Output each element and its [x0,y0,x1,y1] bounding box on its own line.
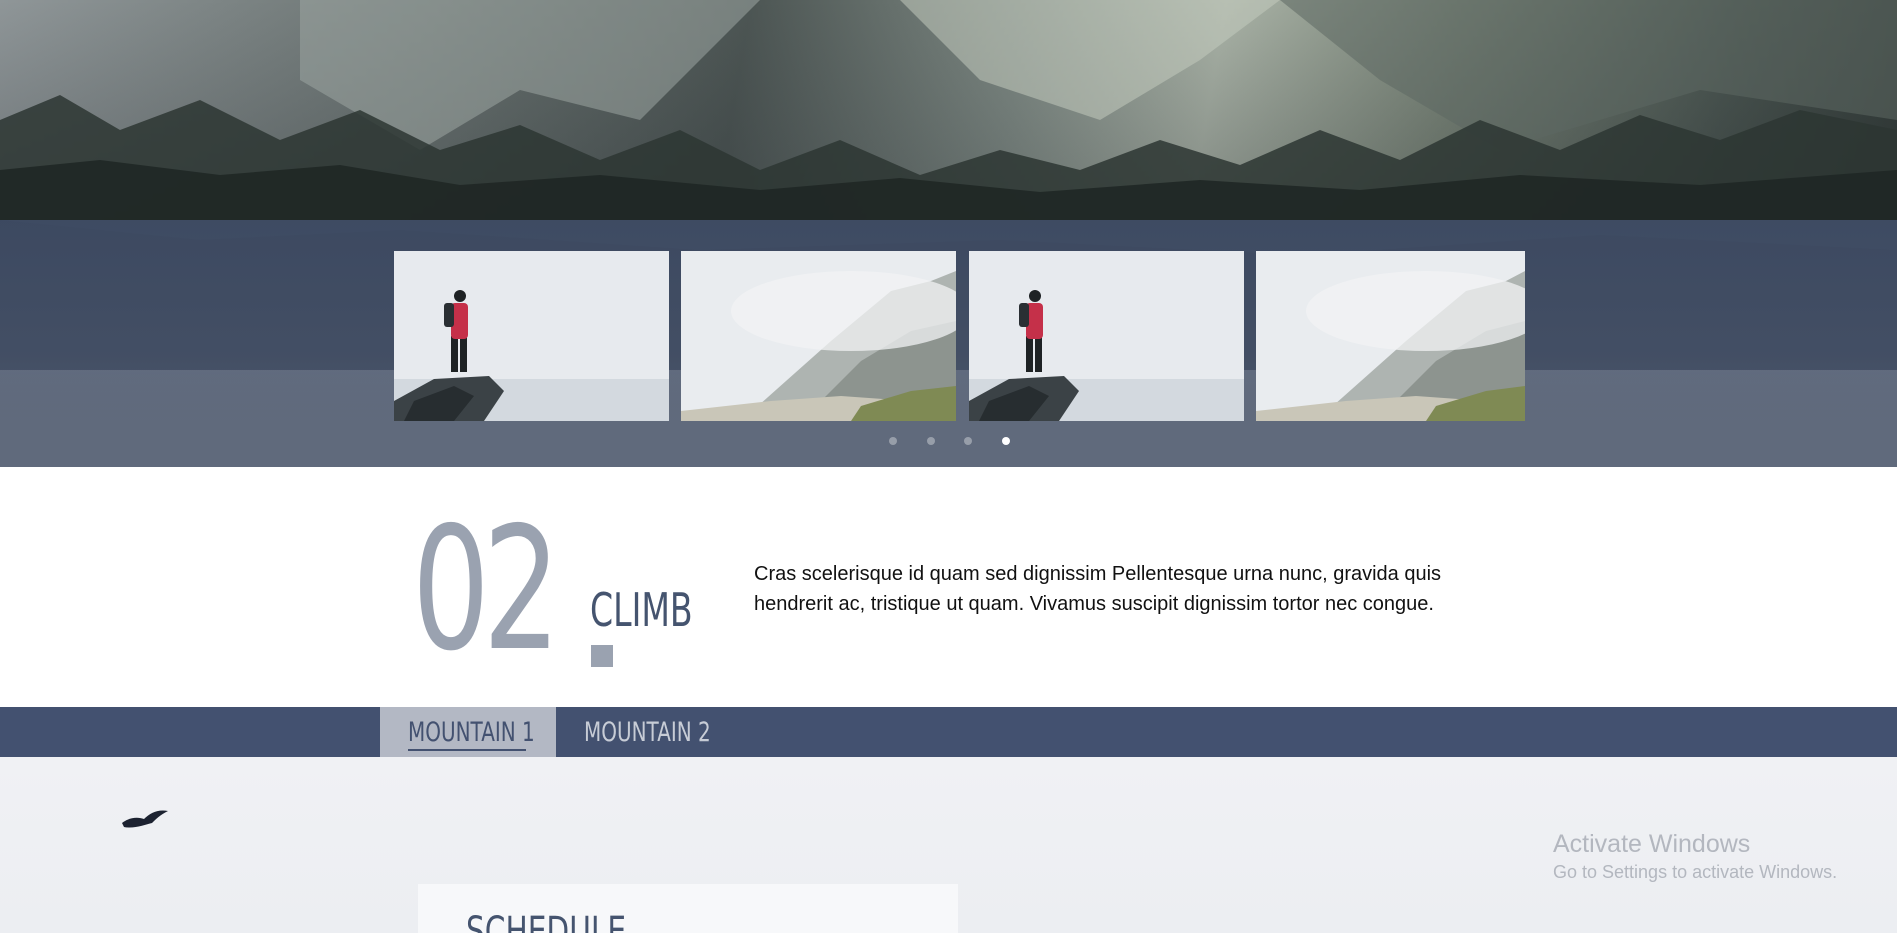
step-number: 02 [412,491,561,689]
tab-label: MOUNTAIN 1 [408,717,535,748]
carousel-dot-4[interactable] [1002,437,1010,445]
carousel [0,220,1897,467]
bird-icon [122,810,168,828]
step-title: CLIMB [590,583,693,637]
schedule-card: SCHEDULE [418,884,958,933]
carousel-dots [0,437,1897,449]
hiker-on-rock-image [969,251,1244,421]
watermark-title: Activate Windows [1553,830,1751,858]
tab-mountain-1[interactable]: MOUNTAIN 1 [380,707,556,757]
activate-windows-watermark: Activate Windows Go to Settings to activ… [1553,828,1837,884]
step-number-dot [591,645,613,667]
watermark-subtitle: Go to Settings to activate Windows. [1553,862,1838,882]
carousel-slide-4[interactable] [1256,251,1525,421]
misty-mountain-image [681,251,956,421]
carousel-dot-1[interactable] [889,437,897,445]
step-section: 02 CLIMB Cras scelerisque id quam sed di… [0,467,1897,707]
misty-mountain-image [1256,251,1525,421]
mountain-tabs: MOUNTAIN 1 MOUNTAIN 2 [0,707,1897,757]
tab-mountain-2[interactable]: MOUNTAIN 2 [556,707,726,757]
hiker-on-rock-image [394,251,669,421]
carousel-dot-3[interactable] [964,437,972,445]
carousel-slide-1[interactable] [394,251,669,421]
tab-label: MOUNTAIN 2 [584,717,711,748]
carousel-dot-2[interactable] [927,437,935,445]
step-description: Cras scelerisque id quam sed dignissim P… [754,563,1442,615]
carousel-slide-2[interactable] [681,251,956,421]
active-tab-underline [408,749,526,751]
schedule-title: SCHEDULE [466,909,627,933]
carousel-slide-3[interactable] [969,251,1244,421]
tab-content: SCHEDULE Activate Windows Go to Settings… [0,757,1897,933]
